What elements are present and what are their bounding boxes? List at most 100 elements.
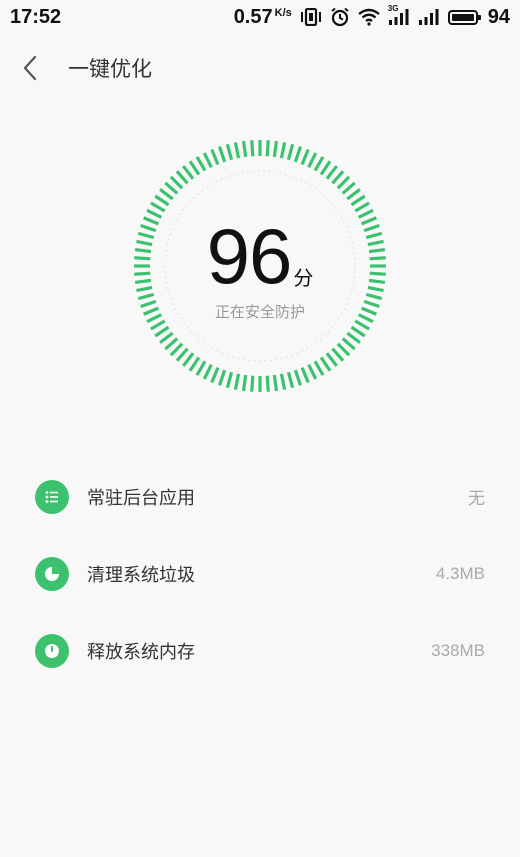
ring-tick	[182, 352, 195, 367]
ring-tick	[159, 188, 174, 201]
ring-tick	[150, 201, 166, 213]
ring-tick	[325, 165, 338, 180]
ring-tick	[233, 373, 241, 390]
ring-tick	[210, 148, 220, 165]
list-item-label: 释放系统内存	[87, 641, 195, 663]
ring-tick	[307, 152, 318, 169]
score-display: 96 分	[130, 212, 390, 300]
ring-tick	[217, 146, 227, 163]
ring-tick	[279, 373, 287, 390]
ring-tick	[202, 152, 213, 169]
ring-tick	[202, 363, 213, 380]
ring-tick	[272, 374, 279, 392]
status-time: 17:52	[10, 5, 62, 28]
score-ring: 96 分 正在安全防护	[130, 136, 390, 396]
ring-tick	[164, 337, 179, 351]
list-item-free-memory[interactable]: 释放系统内存 338MB	[0, 612, 520, 689]
list-icon	[35, 479, 69, 514]
ring-tick	[217, 369, 227, 386]
ring-tick	[195, 360, 207, 376]
ring-tick	[169, 342, 184, 357]
ring-tick	[307, 363, 318, 380]
ring-tick	[293, 369, 303, 386]
pie-chart-icon	[35, 556, 69, 591]
list-item-value: 338MB	[431, 640, 485, 660]
ring-tick	[279, 142, 287, 159]
ring-tick	[169, 175, 184, 190]
ring-tick	[188, 356, 201, 372]
ring-tick	[350, 194, 366, 207]
ring-tick	[154, 325, 170, 338]
chevron-left-icon	[23, 55, 37, 81]
ring-tick	[331, 170, 345, 185]
ring-tick	[286, 371, 295, 389]
list-item-value: 无	[468, 489, 485, 508]
status-bar: 17:52 0.57 K/s 3G 94	[0, 0, 520, 34]
ring-tick	[341, 181, 356, 195]
ring-tick	[293, 146, 303, 163]
list-item-value: 4.3MB	[435, 563, 485, 583]
score-unit: 分	[293, 266, 314, 290]
ring-tick	[354, 319, 370, 331]
page-title: 一键优化	[68, 57, 152, 81]
alarm-icon	[330, 7, 350, 27]
ring-tick	[146, 208, 163, 219]
network-speed: 0.57 K/s	[234, 6, 292, 29]
ring-tick	[346, 188, 361, 201]
cell-signal-3g-icon: 3G	[388, 4, 410, 26]
ring-tick	[137, 292, 155, 301]
ring-tick	[286, 143, 295, 161]
ring-tick	[225, 371, 234, 389]
score-value: 96	[206, 212, 293, 300]
ring-tick	[265, 375, 270, 392]
ring-tick	[357, 208, 374, 219]
list-item-background-apps[interactable]: 常驻后台应用 无	[0, 458, 520, 535]
ring-tick	[241, 374, 248, 392]
ring-tick	[233, 142, 241, 159]
battery-icon	[447, 9, 481, 25]
ring-tick	[319, 160, 332, 176]
ring-tick	[319, 356, 332, 372]
list-item-label: 清理系统垃圾	[87, 564, 195, 586]
status-icons: 0.57 K/s 3G 94	[234, 4, 510, 29]
ring-tick	[313, 156, 325, 172]
battery-level: 94	[487, 5, 510, 28]
ring-tick	[265, 140, 270, 157]
ring-tick	[325, 352, 338, 367]
network-type-label: 3G	[387, 4, 399, 13]
ring-tick	[300, 148, 310, 165]
ring-tick	[154, 194, 170, 207]
wifi-icon	[358, 8, 380, 26]
ring-tick	[331, 347, 345, 362]
optimization-list: 常驻后台应用 无 清理系统垃圾 4.3MB 释放系统内存 338MB	[0, 458, 520, 689]
ring-tick	[336, 175, 351, 190]
clock-icon	[35, 633, 69, 668]
ring-tick	[195, 156, 207, 172]
ring-tick	[341, 337, 356, 351]
back-button[interactable]	[0, 46, 60, 90]
ring-tick	[313, 360, 325, 376]
ring-tick	[175, 170, 189, 185]
ring-tick	[354, 201, 370, 213]
protection-status: 正在安全防护	[214, 303, 305, 321]
page-header: 一键优化	[0, 46, 520, 90]
ring-tick	[350, 325, 366, 338]
ring-tick	[150, 319, 166, 331]
ring-tick	[272, 140, 279, 158]
ring-tick	[164, 181, 179, 195]
ring-tick	[188, 160, 201, 176]
ring-tick	[225, 143, 234, 161]
network-speed-unit: K/s	[274, 6, 292, 19]
ring-tick	[365, 292, 383, 301]
ring-tick	[159, 331, 174, 344]
ring-tick	[175, 347, 189, 362]
ring-tick	[336, 342, 351, 357]
ring-tick	[300, 367, 310, 384]
ring-tick	[182, 165, 195, 180]
list-item-label: 常驻后台应用	[87, 487, 195, 509]
ring-tick	[210, 367, 220, 384]
network-speed-value: 0.57	[233, 5, 273, 28]
list-item-clean-junk[interactable]: 清理系统垃圾 4.3MB	[0, 535, 520, 612]
ring-tick	[241, 140, 248, 158]
vibrate-icon	[300, 8, 322, 26]
